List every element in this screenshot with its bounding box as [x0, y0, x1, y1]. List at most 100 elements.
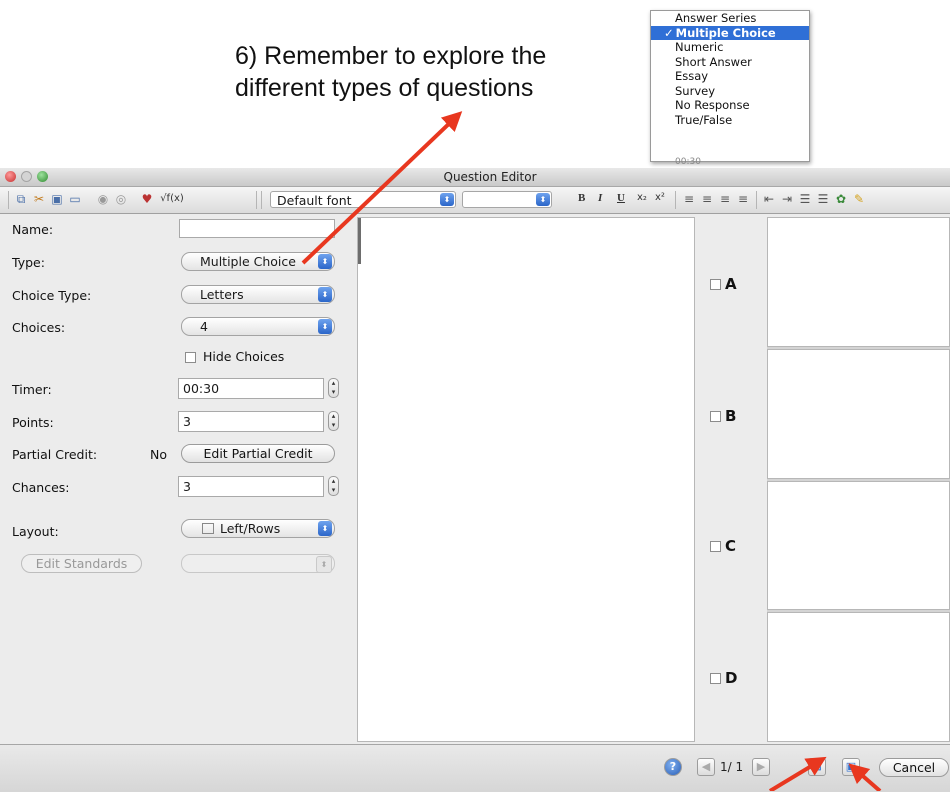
- align-left-icon[interactable]: ≡: [682, 192, 696, 206]
- audio-icon[interactable]: ◉: [96, 192, 110, 206]
- font-select[interactable]: Default font ⬍: [270, 191, 456, 208]
- choices-select-value: 4: [200, 319, 208, 334]
- chevron-updown-icon: ⬍: [440, 193, 454, 206]
- toolbar-divider: [256, 191, 257, 209]
- question-editor-window: Question Editor ⧉ ✂ ▣ ▭ ◉ ◎ ♥ √f(x) Defa…: [0, 168, 950, 792]
- choice-c-checkbox[interactable]: [710, 541, 721, 552]
- chevron-updown-icon: ⬍: [318, 287, 332, 302]
- chances-field[interactable]: 3: [178, 476, 324, 497]
- outdent-icon[interactable]: ⇤: [762, 192, 776, 206]
- align-center-icon[interactable]: ≡: [700, 192, 714, 206]
- points-label: Points:: [12, 415, 54, 430]
- choices-select[interactable]: 4 ⬍: [181, 317, 335, 336]
- equation-icon[interactable]: √f(x): [160, 192, 184, 206]
- menu-item-short-answer[interactable]: Short Answer: [651, 55, 809, 70]
- menu-item-essay[interactable]: Essay: [651, 69, 809, 84]
- question-type-menu[interactable]: Answer Series ✓ Multiple Choice Numeric S…: [650, 10, 810, 167]
- edit-standards-button[interactable]: Edit Standards: [21, 554, 142, 573]
- choice-labels-column: A B C D: [696, 217, 766, 742]
- chevron-updown-icon: ⬍: [318, 521, 332, 536]
- points-field[interactable]: 3: [178, 411, 324, 432]
- underline-button[interactable]: U: [617, 192, 625, 204]
- save-and-new-icon[interactable]: ⊞: [808, 758, 826, 776]
- cut-icon[interactable]: ✂: [32, 192, 46, 206]
- superscript-button[interactable]: x²: [655, 192, 665, 203]
- chevron-updown-icon: ⬍: [536, 193, 550, 206]
- partial-credit-label: Partial Credit:: [12, 447, 98, 462]
- help-icon[interactable]: ?: [664, 758, 682, 776]
- choice-type-value: Letters: [200, 287, 244, 302]
- layout-label: Layout:: [12, 524, 59, 539]
- choice-type-select[interactable]: Letters ⬍: [181, 285, 335, 304]
- spellcheck-icon[interactable]: ♥: [140, 192, 154, 206]
- font-select-value: Default font: [277, 193, 352, 208]
- question-text-editor[interactable]: [357, 217, 695, 742]
- window-title: Question Editor: [443, 170, 537, 184]
- answer-pane-a[interactable]: [767, 217, 950, 347]
- timer-stepper[interactable]: ▴ ▾: [328, 378, 339, 398]
- menu-item-survey[interactable]: Survey: [651, 84, 809, 99]
- choice-b[interactable]: B: [710, 407, 736, 425]
- indent-icon[interactable]: ⇥: [780, 192, 794, 206]
- edit-partial-credit-button[interactable]: Edit Partial Credit: [181, 444, 335, 463]
- answer-pane-c[interactable]: [767, 481, 950, 610]
- answer-pane-b[interactable]: [767, 349, 950, 479]
- choice-c[interactable]: C: [710, 537, 736, 555]
- annotation-line-1: 6) Remember to explore the: [235, 42, 547, 70]
- image-icon[interactable]: ▭: [68, 192, 82, 206]
- menu-item-no-response[interactable]: No Response: [651, 98, 809, 113]
- numbered-list-icon[interactable]: ☰: [798, 192, 812, 206]
- copy-icon[interactable]: ⧉: [14, 192, 28, 206]
- timer-field[interactable]: 00:30: [178, 378, 324, 399]
- choice-type-label: Choice Type:: [12, 288, 92, 303]
- italic-button[interactable]: I: [598, 192, 602, 204]
- layout-select[interactable]: Left/Rows ⬍: [181, 519, 335, 538]
- partial-credit-value: No: [150, 447, 167, 462]
- toolbar-divider: [675, 191, 676, 209]
- page-indicator: 1/ 1: [720, 760, 744, 774]
- menu-item-true-false[interactable]: True/False: [651, 113, 809, 128]
- align-right-icon[interactable]: ≡: [718, 192, 732, 206]
- answer-pane-d[interactable]: [767, 612, 950, 742]
- hide-choices-checkbox[interactable]: [185, 352, 196, 363]
- menu-item-multiple-choice[interactable]: ✓ Multiple Choice: [651, 25, 809, 40]
- choice-d[interactable]: D: [710, 669, 737, 687]
- layout-icon: [202, 523, 214, 534]
- choice-a[interactable]: A: [710, 275, 737, 293]
- toolbar-divider: [756, 191, 757, 209]
- choice-b-checkbox[interactable]: [710, 411, 721, 422]
- chances-label: Chances:: [12, 480, 70, 495]
- menu-item-numeric[interactable]: Numeric: [651, 40, 809, 55]
- save-icon[interactable]: ▣: [842, 758, 860, 776]
- menu-item-answer-series[interactable]: Answer Series: [651, 11, 809, 26]
- choice-a-checkbox[interactable]: [710, 279, 721, 290]
- bold-button[interactable]: B: [578, 192, 585, 204]
- points-stepper[interactable]: ▴ ▾: [328, 411, 339, 431]
- bullet-list-icon[interactable]: ☰: [816, 192, 830, 206]
- annotation-text: 6) Remember to explore the different typ…: [235, 40, 546, 104]
- chevron-updown-icon: ⬍: [318, 319, 332, 334]
- question-settings-form: Name: Type: Multiple Choice ⬍ Choice Typ…: [0, 214, 356, 744]
- chevron-updown-icon: ⬍: [318, 254, 332, 269]
- toolbar-divider: [8, 191, 9, 209]
- editor-toolbar: ⧉ ✂ ▣ ▭ ◉ ◎ ♥ √f(x) Default font ⬍ ⬍ B I…: [0, 187, 950, 214]
- highlighter-icon[interactable]: ✎: [852, 192, 866, 206]
- font-size-select[interactable]: ⬍: [462, 191, 552, 208]
- text-color-icon[interactable]: ✿: [834, 192, 848, 206]
- previous-arrow-icon[interactable]: ◀: [697, 758, 715, 776]
- next-arrow-icon[interactable]: ▶: [752, 758, 770, 776]
- editor-resize-handle[interactable]: [358, 218, 361, 264]
- type-select-value: Multiple Choice: [200, 254, 296, 269]
- type-select[interactable]: Multiple Choice ⬍: [181, 252, 335, 271]
- subscript-button[interactable]: x₂: [637, 192, 647, 203]
- align-justify-icon[interactable]: ≡: [736, 192, 750, 206]
- name-field[interactable]: [179, 219, 335, 238]
- standards-select[interactable]: ⬍: [181, 554, 335, 573]
- video-icon[interactable]: ◎: [114, 192, 128, 206]
- choice-d-checkbox[interactable]: [710, 673, 721, 684]
- bottom-bar: ? ◀ 1/ 1 ▶ ⊞ ▣ Cancel: [0, 744, 950, 792]
- cancel-button[interactable]: Cancel: [879, 758, 949, 777]
- answer-panes: [767, 217, 950, 742]
- paste-icon[interactable]: ▣: [50, 192, 64, 206]
- chances-stepper[interactable]: ▴ ▾: [328, 476, 339, 496]
